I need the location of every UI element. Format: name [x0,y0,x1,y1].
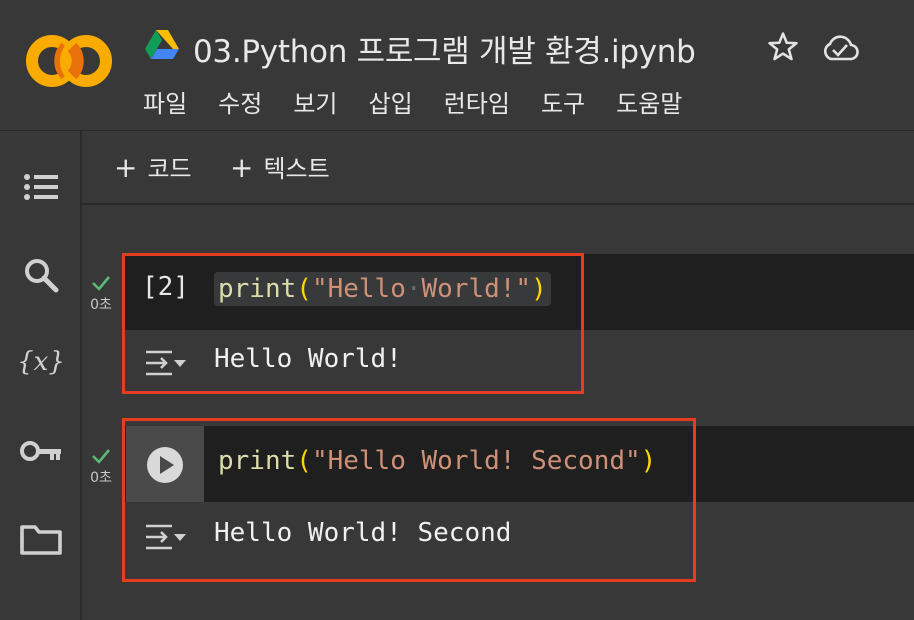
cell-1-code[interactable]: [2] print("Hello·World!") [124,254,914,330]
plus-icon: + [230,151,254,184]
google-drive-icon[interactable] [145,30,179,60]
menu-edit[interactable]: 수정 [218,84,262,119]
cell-1-source[interactable]: print("Hello·World!") [214,272,551,306]
cell-2-source[interactable]: print("Hello World! Second") [214,444,660,478]
menu-view[interactable]: 보기 [293,84,337,119]
cell-2-code[interactable]: print("Hello World! Second") [124,426,914,502]
secrets-key-icon[interactable] [18,431,64,471]
star-icon[interactable] [766,30,800,64]
checkmark-icon [92,449,110,464]
colab-logo-icon[interactable] [26,33,112,89]
menu-tools[interactable]: 도구 [541,84,585,119]
cell-1-exec-time: 0초 [90,297,112,313]
notebook-title[interactable]: 03.Python 프로그램 개발 환경.ipynb [193,26,696,71]
add-code-button[interactable]: + 코드 [114,149,192,184]
cell-1-output-text: Hello World! [214,344,402,374]
output-actions-icon[interactable] [144,522,188,552]
code-paren: ) [531,274,547,304]
files-folder-icon[interactable] [18,519,64,559]
menu-runtime[interactable]: 런타임 [444,84,510,119]
checkmark-icon [92,276,110,291]
table-of-contents-icon[interactable] [18,167,64,207]
cell-2-exec-time: 0초 [90,470,112,486]
code-paren: ( [296,274,312,304]
code-fn: print [218,446,297,476]
cell-1-exec-count[interactable]: [2] [142,272,189,302]
add-text-button[interactable]: + 텍스트 [230,149,330,184]
code-paren: ( [296,446,312,476]
notebook-toolbar: + 코드 + 텍스트 [82,131,914,203]
toolbar-divider [82,203,914,205]
left-sidebar: {x} [0,131,82,620]
cell-2-status: 0초 [86,447,116,487]
cloud-saved-icon[interactable] [820,32,860,64]
add-text-label: 텍스트 [263,155,330,183]
cell-2-output: Hello World! Second [124,502,914,578]
header: 03.Python 프로그램 개발 환경.ipynb 파일 수정 보기 삽입 런… [0,0,914,131]
variables-icon[interactable]: {x} [18,341,64,381]
run-cell-area[interactable] [126,426,204,502]
menu-bar: 파일 수정 보기 삽입 런타임 도구 도움말 [143,84,713,119]
menu-file[interactable]: 파일 [143,84,187,119]
menu-insert[interactable]: 삽입 [369,84,413,119]
code-string: "Hello World! Second" [311,446,641,476]
cell-2-output-text: Hello World! Second [214,518,512,548]
search-icon[interactable] [18,255,64,295]
menu-help[interactable]: 도움말 [616,84,682,119]
code-string: "Hello [311,274,406,304]
run-cell-button[interactable] [146,446,184,484]
add-code-label: 코드 [147,155,192,183]
cell-1-status: 0초 [86,274,116,314]
code-paren: ) [640,446,657,476]
plus-icon: + [114,151,138,184]
output-actions-icon[interactable] [144,348,188,378]
svg-text:{x}: {x} [18,347,64,377]
code-string: World!" [421,274,532,304]
cell-1-output: Hello World! [124,330,914,392]
code-whitespace: · [405,274,422,304]
code-fn: print [218,274,297,304]
